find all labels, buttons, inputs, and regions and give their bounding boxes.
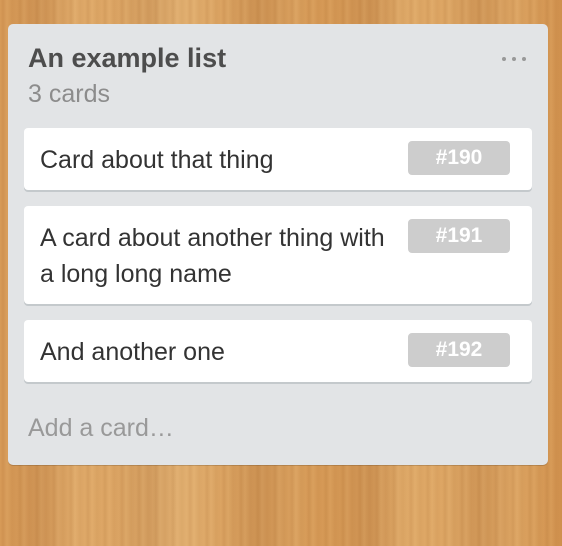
list: An example list 3 cards Card about that … (8, 24, 548, 465)
card-title: Card about that thing (40, 146, 274, 174)
card-item[interactable]: And another one #192 (24, 320, 532, 382)
card-item[interactable]: Card about that thing #190 (24, 128, 532, 190)
card-number-badge: #192 (408, 333, 510, 367)
card-number-badge: #190 (408, 141, 510, 175)
card-title: A card about another thing with a long l… (40, 224, 385, 288)
card-item[interactable]: A card about another thing with a long l… (24, 206, 532, 304)
card-count: 3 cards (28, 80, 110, 108)
add-card-button[interactable]: Add a card… (28, 414, 174, 443)
more-dots-icon[interactable] (502, 56, 526, 62)
list-title[interactable]: An example list (28, 43, 226, 74)
card-number-badge: #191 (408, 219, 510, 253)
card-title: And another one (40, 338, 225, 366)
